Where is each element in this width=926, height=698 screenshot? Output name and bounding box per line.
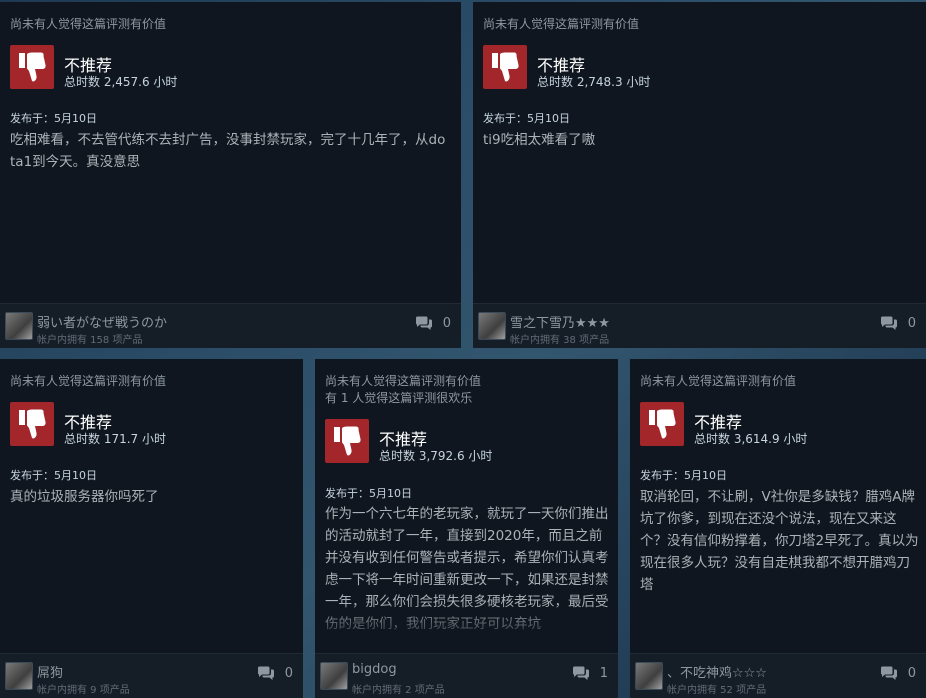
- thumbs-down-icon[interactable]: [10, 402, 54, 446]
- comment-icon: [257, 666, 274, 680]
- playtime-hours: 总时数 3,792.6 小时: [379, 449, 493, 463]
- author-products-count: 帐户内拥有 38 项产品: [510, 335, 610, 346]
- avatar[interactable]: [320, 662, 348, 690]
- review-card: 尚未有人觉得这篇评测有价值 有 1 人觉得这篇评测很欢乐 不推荐 总时数 3,7…: [315, 359, 618, 698]
- author-products-count: 帐户内拥有 52 项产品: [667, 685, 767, 696]
- review-card: 尚未有人觉得这篇评测有价值 不推荐 总时数 3,614.9 小时 发布于：5月1…: [630, 359, 926, 698]
- thumbs-down-icon[interactable]: [483, 45, 527, 89]
- author-products-count: 帐户内拥有 158 项产品: [37, 335, 143, 346]
- helpful-count: 尚未有人觉得这篇评测有价值: [640, 374, 797, 388]
- posted-date: 发布于：5月10日: [640, 469, 727, 482]
- avatar[interactable]: [5, 662, 33, 690]
- avatar[interactable]: [635, 662, 663, 690]
- avatar[interactable]: [478, 312, 506, 340]
- posted-date: 发布于：5月10日: [483, 112, 570, 125]
- review-content: 真的垃圾服务器你吗死了: [10, 489, 159, 505]
- comments-button[interactable]: 1: [572, 666, 608, 681]
- comment-icon: [572, 666, 589, 680]
- author-name[interactable]: 弱い者がなぜ戦うのか: [37, 312, 167, 331]
- thumbs-down-icon[interactable]: [640, 402, 684, 446]
- helpful-count: 尚未有人觉得这篇评测有价值: [10, 17, 167, 31]
- review-author-footer: 雪之下雪乃★★★ 帐户内拥有 38 项产品 0: [473, 303, 926, 348]
- author-name[interactable]: 屌狗: [37, 662, 63, 681]
- review-author-footer: 弱い者がなぜ戦うのか 帐户内拥有 158 项产品 0: [0, 303, 461, 348]
- comment-icon: [415, 316, 432, 330]
- comments-button[interactable]: 0: [880, 666, 916, 681]
- comment-icon: [880, 316, 897, 330]
- review-card: 尚未有人觉得这篇评测有价值 不推荐 总时数 2,457.6 小时 发布于：5月1…: [0, 2, 461, 348]
- thumbs-down-icon[interactable]: [325, 419, 369, 463]
- comments-button[interactable]: 0: [257, 666, 293, 681]
- review-card: 尚未有人觉得这篇评测有价值 不推荐 总时数 171.7 小时 发布于：5月10日…: [0, 359, 303, 698]
- posted-date: 发布于：5月10日: [10, 469, 97, 482]
- posted-date: 发布于：5月10日: [10, 112, 97, 125]
- comments-count: 0: [907, 316, 916, 331]
- review-content: 吃相难看，不去管代练不去封广告，没事封禁玩家，完了十几年了，从dota1到今天。…: [10, 132, 446, 170]
- review-content: ti9吃相太难看了嗷: [483, 132, 596, 148]
- review-author-footer: 屌狗 帐户内拥有 9 项产品 0: [0, 653, 303, 698]
- comments-button[interactable]: 0: [880, 316, 916, 331]
- posted-date: 发布于：5月10日: [325, 487, 412, 500]
- playtime-hours: 总时数 171.7 小时: [64, 432, 166, 446]
- helpful-count: 尚未有人觉得这篇评测有价值: [10, 374, 167, 388]
- review-author-footer: 、不吃神鸡☆☆☆ 帐户内拥有 52 项产品 0: [630, 653, 926, 698]
- author-products-count: 帐户内拥有 2 项产品: [352, 685, 445, 696]
- playtime-hours: 总时数 3,614.9 小时: [694, 432, 808, 446]
- review-author-footer: bigdog 帐户内拥有 2 项产品 1: [315, 653, 618, 698]
- review-content: 取消轮回，不让刷，V社你是多缺钱？腊鸡A牌坑了你爹，到现在还没个说法，现在又来这…: [640, 489, 919, 593]
- funny-count: 有 1 人觉得这篇评测很欢乐: [325, 391, 473, 405]
- comment-icon: [880, 666, 897, 680]
- thumbs-down-icon[interactable]: [10, 45, 54, 89]
- review-card: 尚未有人觉得这篇评测有价值 不推荐 总时数 2,748.3 小时 发布于：5月1…: [473, 2, 926, 348]
- review-content: 作为一个六七年的老玩家，就玩了一天你们推出的活动就封了一年，直接到2020年，而…: [325, 506, 609, 632]
- comments-count: 0: [907, 666, 916, 681]
- comments-count: 0: [442, 316, 451, 331]
- helpful-count: 尚未有人觉得这篇评测有价值: [325, 374, 482, 388]
- playtime-hours: 总时数 2,748.3 小时: [537, 75, 651, 89]
- avatar[interactable]: [5, 312, 33, 340]
- author-name[interactable]: 、不吃神鸡☆☆☆: [667, 662, 767, 681]
- author-name[interactable]: bigdog: [352, 662, 397, 677]
- author-name[interactable]: 雪之下雪乃★★★: [510, 312, 610, 331]
- comments-count: 0: [284, 666, 293, 681]
- author-products-count: 帐户内拥有 9 项产品: [37, 685, 130, 696]
- comments-button[interactable]: 0: [415, 316, 451, 331]
- playtime-hours: 总时数 2,457.6 小时: [64, 75, 178, 89]
- helpful-count: 尚未有人觉得这篇评测有价值: [483, 17, 640, 31]
- comments-count: 1: [599, 666, 608, 681]
